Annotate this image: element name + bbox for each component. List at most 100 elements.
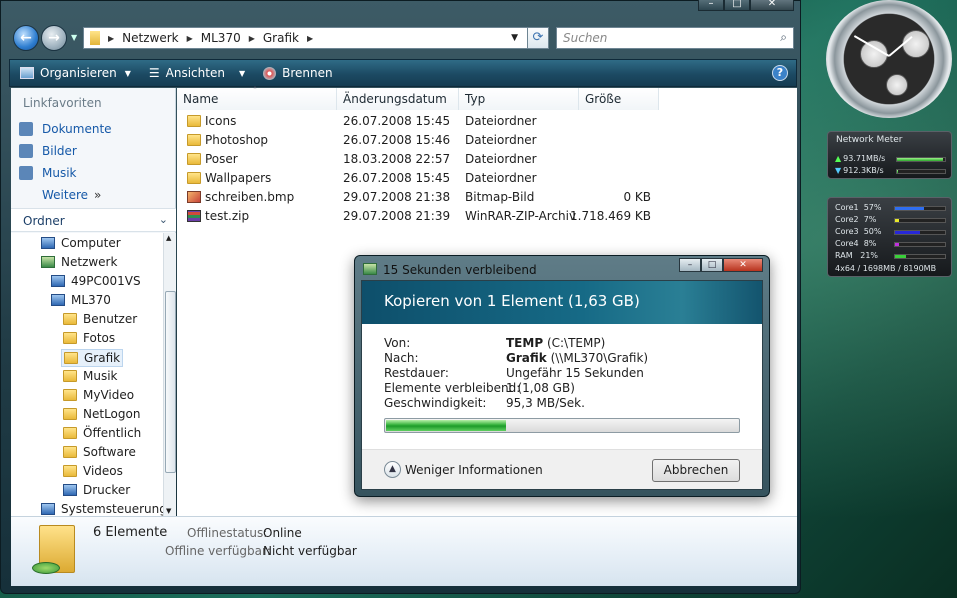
search-input[interactable]: Suchen ⌕ bbox=[556, 27, 794, 49]
column-header-type[interactable]: Typ bbox=[459, 88, 579, 110]
views-button[interactable]: ☰ Ansichten ▼ bbox=[149, 66, 245, 80]
tree-item-software[interactable]: Software bbox=[63, 445, 136, 459]
column-header-label: Größe bbox=[585, 92, 622, 106]
favorite-musik[interactable]: Musik bbox=[19, 166, 77, 180]
cancel-button[interactable]: Abbrechen bbox=[652, 459, 740, 482]
details-pane: 6 Elemente Offlinestatus: Online Offline… bbox=[11, 516, 797, 586]
organize-label: Organisieren bbox=[40, 66, 117, 80]
burn-label: Brennen bbox=[282, 66, 333, 80]
shared-folder-icon bbox=[32, 525, 75, 574]
tree-item-musik[interactable]: Musik bbox=[63, 369, 118, 383]
search-icon[interactable]: ⌕ bbox=[780, 30, 787, 45]
network-meter-gadget[interactable]: Network Meter ▲ 93.71MB/s ▼ 912.3KB/s bbox=[827, 131, 952, 179]
items-remaining-label: Elemente verbleibend: bbox=[384, 381, 521, 395]
scroll-down-arrow-icon[interactable]: ▼ bbox=[166, 507, 171, 515]
forward-button[interactable]: → bbox=[41, 25, 67, 51]
upload-bar bbox=[896, 157, 946, 162]
scroll-thumb[interactable] bbox=[165, 291, 176, 473]
file-row[interactable]: Icons 26.07.2008 15:45 Dateiordner bbox=[177, 112, 797, 131]
speed-label: Geschwindigkeit: bbox=[384, 396, 487, 410]
back-button[interactable]: ← bbox=[13, 25, 39, 51]
column-header-size[interactable]: Größe bbox=[579, 88, 659, 110]
dialog-close-button[interactable]: ✕ bbox=[723, 258, 763, 272]
tree-item-grafik[interactable]: Grafik bbox=[61, 349, 124, 367]
column-header-label: Name bbox=[183, 92, 219, 106]
folder-icon bbox=[63, 465, 77, 477]
core-label: RAM bbox=[835, 251, 853, 260]
more-favorites-link[interactable]: Weitere » bbox=[42, 188, 101, 202]
tree-scrollbar[interactable]: ▲ ▼ bbox=[163, 233, 176, 516]
tree-item-drucker[interactable]: Drucker bbox=[63, 483, 130, 497]
folder-icon bbox=[63, 427, 77, 439]
tree-item-49pc001vs[interactable]: 49PC001VS bbox=[51, 274, 141, 288]
zip-archive-icon bbox=[187, 210, 201, 222]
core-label: Core1 bbox=[835, 203, 859, 212]
tree-item-videos[interactable]: Videos bbox=[63, 464, 123, 478]
dialog-minimize-button[interactable]: – bbox=[679, 258, 701, 272]
upload-arrow-icon: ▲ bbox=[835, 154, 842, 163]
folder-icon bbox=[63, 332, 77, 344]
control-panel-icon bbox=[41, 503, 55, 515]
tree-item-myvideo[interactable]: MyVideo bbox=[63, 388, 134, 402]
clock-gadget[interactable] bbox=[826, 0, 952, 118]
tree-item-systemsteuerung[interactable]: Systemsteuerung bbox=[41, 502, 163, 516]
file-row[interactable]: Photoshop 26.07.2008 15:46 Dateiordner bbox=[177, 131, 797, 150]
offline-status-label: Offlinestatus: bbox=[187, 526, 268, 540]
file-row[interactable]: schreiben.bmp 29.07.2008 21:38 Bitmap-Bi… bbox=[177, 188, 797, 207]
tree-item-label: NetLogon bbox=[83, 407, 141, 421]
history-dropdown-icon[interactable]: ▼ bbox=[71, 33, 77, 42]
file-type: Dateiordner bbox=[465, 114, 537, 128]
maximize-button[interactable]: □ bbox=[724, 0, 750, 11]
core-bar-fill bbox=[895, 231, 920, 234]
file-name: test.zip bbox=[205, 209, 250, 223]
tree-item-oeffentlich[interactable]: Öffentlich bbox=[63, 426, 141, 440]
tree-item-fotos[interactable]: Fotos bbox=[63, 331, 115, 345]
dialog-title: 15 Sekunden verbleibend bbox=[383, 263, 537, 277]
dialog-body: Kopieren von 1 Element (1,63 GB) Von: TE… bbox=[361, 280, 763, 490]
organize-button[interactable]: Organisieren ▼ bbox=[20, 66, 131, 80]
breadcrumb-ml370[interactable]: ML370 bbox=[201, 31, 241, 45]
cpu-meter-gadget[interactable]: Core1 57% Core2 7% Core3 50% Core4 8% RA… bbox=[827, 197, 952, 277]
views-label: Ansichten bbox=[165, 66, 225, 80]
refresh-button[interactable]: ⟳ bbox=[527, 27, 549, 49]
sort-arrow-icon: ˄ bbox=[253, 86, 257, 95]
computer-icon bbox=[51, 275, 65, 287]
tree-item-netlogon[interactable]: NetLogon bbox=[63, 407, 140, 421]
help-icon[interactable]: ? bbox=[772, 65, 788, 81]
tree-item-ml370[interactable]: ML370 bbox=[51, 293, 111, 307]
clock-subdial bbox=[902, 30, 930, 58]
file-row[interactable]: test.zip 29.07.2008 21:39 WinRAR-ZIP-Arc… bbox=[177, 207, 797, 226]
breadcrumb-netzwerk[interactable]: Netzwerk bbox=[122, 31, 178, 45]
favorite-dokumente[interactable]: Dokumente bbox=[19, 122, 112, 136]
tree-item-label: Computer bbox=[61, 236, 121, 250]
close-button[interactable]: ✕ bbox=[750, 0, 794, 11]
address-bar[interactable]: ▶ Netzwerk ▶ ML370 ▶ Grafik ▶ ▼ bbox=[83, 27, 549, 49]
column-header-name[interactable]: Name ˄ bbox=[177, 86, 337, 110]
minimize-button[interactable]: – bbox=[698, 0, 724, 11]
dialog-maximize-button[interactable]: □ bbox=[701, 258, 723, 272]
scroll-up-arrow-icon[interactable]: ▲ bbox=[166, 234, 171, 242]
file-row[interactable]: Wallpapers 26.07.2008 15:45 Dateiordner bbox=[177, 169, 797, 188]
chevron-down-icon: ▼ bbox=[124, 68, 131, 78]
tree-item-benutzer[interactable]: Benutzer bbox=[63, 312, 137, 326]
tree-item-computer[interactable]: Computer bbox=[41, 236, 121, 250]
core-row: Core4 8% bbox=[835, 239, 876, 248]
favorite-bilder[interactable]: Bilder bbox=[19, 144, 77, 158]
file-name: schreiben.bmp bbox=[205, 190, 295, 204]
progress-fill bbox=[386, 420, 507, 431]
tree-item-netzwerk[interactable]: Netzwerk bbox=[41, 255, 117, 269]
column-header-date[interactable]: Änderungsdatum bbox=[337, 88, 459, 110]
from-path: (C:\TEMP) bbox=[546, 336, 606, 350]
less-information-button[interactable]: ▲ Weniger Informationen bbox=[384, 461, 543, 478]
burn-button[interactable]: Brennen bbox=[263, 66, 333, 80]
address-dropdown-icon[interactable]: ▼ bbox=[511, 33, 518, 43]
core-label: Core3 bbox=[835, 227, 859, 236]
breadcrumb-separator-icon: ▶ bbox=[186, 33, 193, 43]
more-label: Weitere bbox=[42, 188, 89, 202]
breadcrumb-grafik[interactable]: Grafik bbox=[263, 31, 299, 45]
command-bar: Organisieren ▼ ☰ Ansichten ▼ Brennen ? bbox=[9, 59, 797, 87]
column-header-label: Änderungsdatum bbox=[343, 92, 447, 106]
file-row[interactable]: Poser 18.03.2008 22:57 Dateiordner bbox=[177, 150, 797, 169]
core-bar bbox=[894, 230, 946, 235]
folders-header[interactable]: Ordner ⌄ bbox=[11, 208, 176, 232]
